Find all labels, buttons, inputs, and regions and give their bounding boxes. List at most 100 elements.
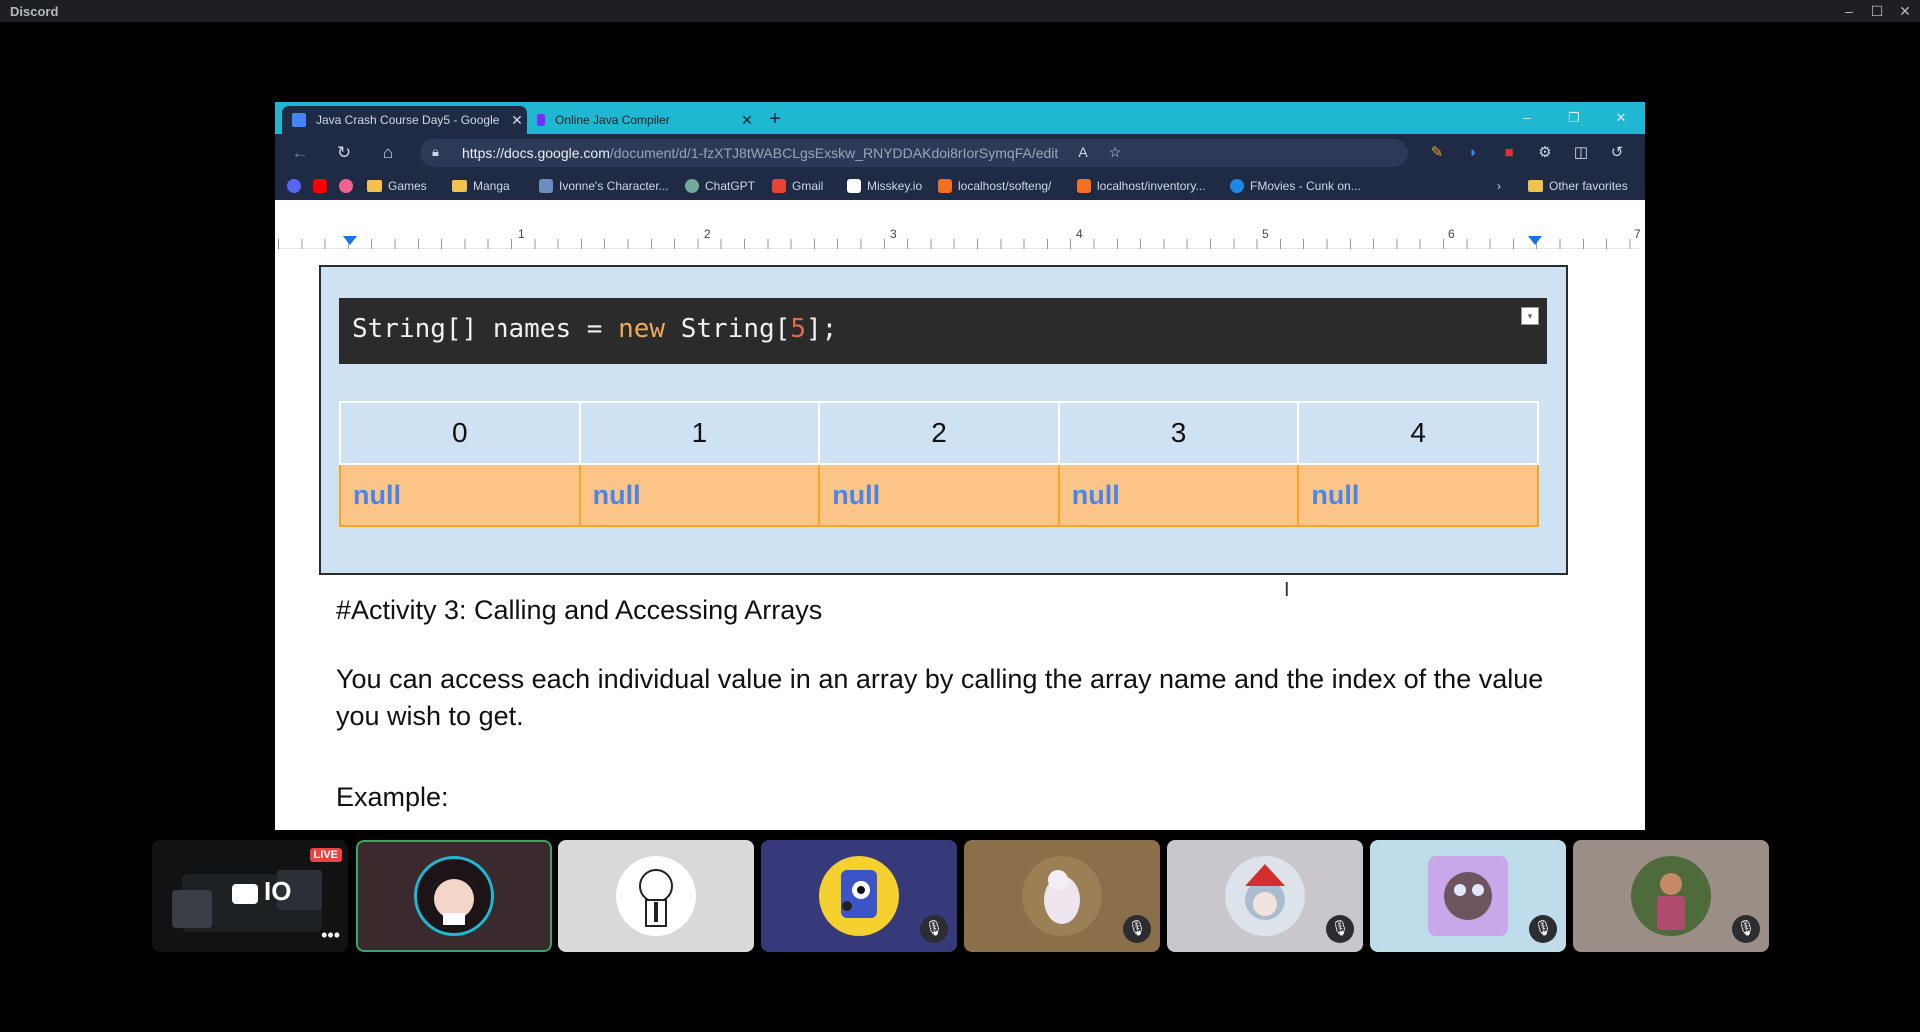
close-icon[interactable]: ✕ — [1896, 2, 1914, 20]
participant-tile-4[interactable]: 🎙︎ — [761, 840, 957, 952]
extension-badge-icon[interactable]: ■ — [1499, 143, 1519, 163]
participant-tile-2[interactable] — [356, 840, 552, 952]
folder-icon — [1528, 180, 1543, 192]
bookmark-character[interactable]: Ivonne's Character... — [539, 177, 669, 195]
minimize-icon[interactable]: – — [1515, 108, 1539, 128]
bookmark-misskey[interactable]: Misskey.io — [847, 177, 922, 195]
value-row: null null null null null — [339, 463, 1539, 527]
value-cell: null — [818, 463, 1060, 527]
browser-tab-bar: Java Crash Course Day5 - Google ✕ Online… — [275, 102, 1645, 134]
compiler-icon — [537, 114, 545, 126]
folder-icon — [367, 180, 382, 192]
index-cell: 3 — [1057, 401, 1300, 465]
ruler-number: 7 — [1634, 227, 1641, 241]
activity-heading: #Activity 3: Calling and Accessing Array… — [336, 595, 823, 625]
url-text: https://docs.google.com/document/d/1-fzX… — [462, 145, 1059, 161]
ruler-number: 1 — [518, 227, 525, 241]
participant-tile-6[interactable]: 🎙︎ — [1167, 840, 1363, 952]
code-line: String[] names = new String[5]; — [352, 314, 838, 344]
extensions-puzzle-icon[interactable]: ⚙ — [1535, 143, 1555, 163]
bookmark-localhost-softeng[interactable]: localhost/softeng/ — [938, 177, 1051, 195]
pencil-icon[interactable]: ✎ — [1427, 143, 1447, 163]
camera-icon — [232, 884, 258, 904]
bookmark-fmovies[interactable]: FMovies - Cunk on... — [1230, 177, 1361, 195]
avatar — [1631, 856, 1711, 936]
right-indent-marker[interactable] — [1528, 236, 1542, 245]
ruler-number: 3 — [890, 227, 897, 241]
stream-label: IO — [264, 876, 292, 906]
lock-icon: 🔒︎ — [432, 144, 439, 159]
value-cell: null — [578, 463, 821, 527]
participant-tile-8[interactable]: 🎙︎ — [1573, 840, 1769, 952]
value-cell: null — [1057, 463, 1300, 527]
address-bar[interactable]: 🔒︎ https://docs.google.com/document/d/1-… — [420, 139, 1408, 167]
folder-icon — [452, 180, 467, 192]
index-cell: 1 — [578, 401, 821, 465]
read-aloud-icon[interactable]: A — [1074, 144, 1092, 160]
ruler-number: 2 — [704, 227, 711, 241]
tab-label: Online Java Compiler — [555, 113, 670, 127]
avatar — [1428, 856, 1508, 936]
more-options-icon[interactable]: ••• — [321, 925, 340, 946]
ruler: 1 2 3 4 5 6 7 — [278, 209, 1641, 249]
participant-tile-streamer[interactable]: LIVE IO ••• — [152, 840, 348, 952]
maximize-icon[interactable]: ☐ — [1868, 2, 1886, 20]
close-tab-icon[interactable]: ✕ — [737, 112, 757, 129]
home-icon[interactable]: ⌂ — [377, 142, 399, 164]
bookmark-chatgpt[interactable]: ChatGPT — [685, 177, 755, 195]
split-screen-icon[interactable]: ◫ — [1571, 143, 1591, 163]
discord-bookmark-icon[interactable] — [287, 177, 307, 195]
pink-bookmark-icon[interactable] — [339, 177, 359, 195]
avatar — [1225, 856, 1305, 936]
array-diagram-image[interactable]: String[] names = new String[5]; ▾ 0 1 2 … — [319, 265, 1568, 575]
new-tab-button[interactable]: + — [763, 108, 787, 132]
muted-mic-icon: 🎙︎ — [1529, 915, 1557, 943]
tab-online-java-compiler[interactable]: Online Java Compiler ✕ — [527, 106, 757, 134]
index-row: 0 1 2 3 4 — [339, 401, 1539, 465]
bookmark-localhost-inventory[interactable]: localhost/inventory... — [1077, 177, 1206, 195]
close-icon[interactable]: ✕ — [1609, 108, 1633, 128]
avatar — [819, 856, 899, 936]
participant-tile-3[interactable] — [558, 840, 754, 952]
favorite-star-icon[interactable]: ☆ — [1106, 144, 1124, 161]
participant-tile-5[interactable]: 🎙︎ — [964, 840, 1160, 952]
value-cell: null — [1297, 463, 1539, 527]
muted-mic-icon: 🎙︎ — [1326, 915, 1354, 943]
index-cell: 4 — [1297, 401, 1539, 465]
dropdown-icon[interactable]: ▾ — [1521, 307, 1539, 325]
screen-share-stream[interactable]: Java Crash Course Day5 - Google ✕ Online… — [275, 102, 1645, 830]
example-label: Example: — [336, 782, 449, 812]
muted-mic-icon: 🎙︎ — [1732, 915, 1760, 943]
history-icon[interactable]: ↺ — [1607, 143, 1627, 163]
tab-label: Java Crash Course Day5 - Google — [316, 113, 500, 127]
minimize-icon[interactable]: – — [1840, 2, 1858, 20]
muted-mic-icon: 🎙︎ — [1123, 915, 1151, 943]
array-table: 0 1 2 3 4 null null null null null — [339, 401, 1539, 527]
code-snippet: String[] names = new String[5]; ▾ — [339, 298, 1547, 364]
avatar — [414, 856, 494, 936]
youtube-bookmark-icon[interactable] — [313, 177, 333, 195]
discord-titlebar: Discord – ☐ ✕ — [0, 0, 1920, 22]
bookmark-gmail[interactable]: Gmail — [772, 177, 823, 195]
participant-tile-7[interactable]: 🎙︎ — [1370, 840, 1566, 952]
bookmark-manga[interactable]: Manga — [452, 177, 510, 195]
avatar — [616, 856, 696, 936]
refresh-icon[interactable]: ↻ — [333, 142, 355, 164]
chevron-right-icon[interactable]: › — [1497, 177, 1501, 195]
text-cursor-icon: I — [1284, 579, 1290, 601]
tab-java-crash-course[interactable]: Java Crash Course Day5 - Google ✕ — [282, 106, 527, 134]
google-docs-icon — [292, 113, 306, 127]
back-icon[interactable]: ← — [289, 142, 311, 164]
value-cell: null — [339, 463, 581, 527]
bookmark-games[interactable]: Games — [367, 177, 427, 195]
document-page[interactable]: 1 2 3 4 5 6 7 String[] names = new Strin… — [278, 209, 1641, 830]
live-badge: LIVE — [309, 848, 342, 862]
extension-icon[interactable]: ◗ — [1463, 143, 1483, 163]
avatar — [1022, 856, 1102, 936]
left-indent-marker[interactable] — [343, 236, 357, 245]
app-title: Discord — [10, 4, 59, 19]
restore-icon[interactable]: ❐ — [1562, 108, 1586, 128]
bookmarks-bar: Games Manga Ivonne's Character... ChatGP… — [275, 171, 1645, 200]
close-tab-icon[interactable]: ✕ — [507, 112, 527, 129]
other-favorites[interactable]: Other favorites — [1528, 177, 1628, 195]
